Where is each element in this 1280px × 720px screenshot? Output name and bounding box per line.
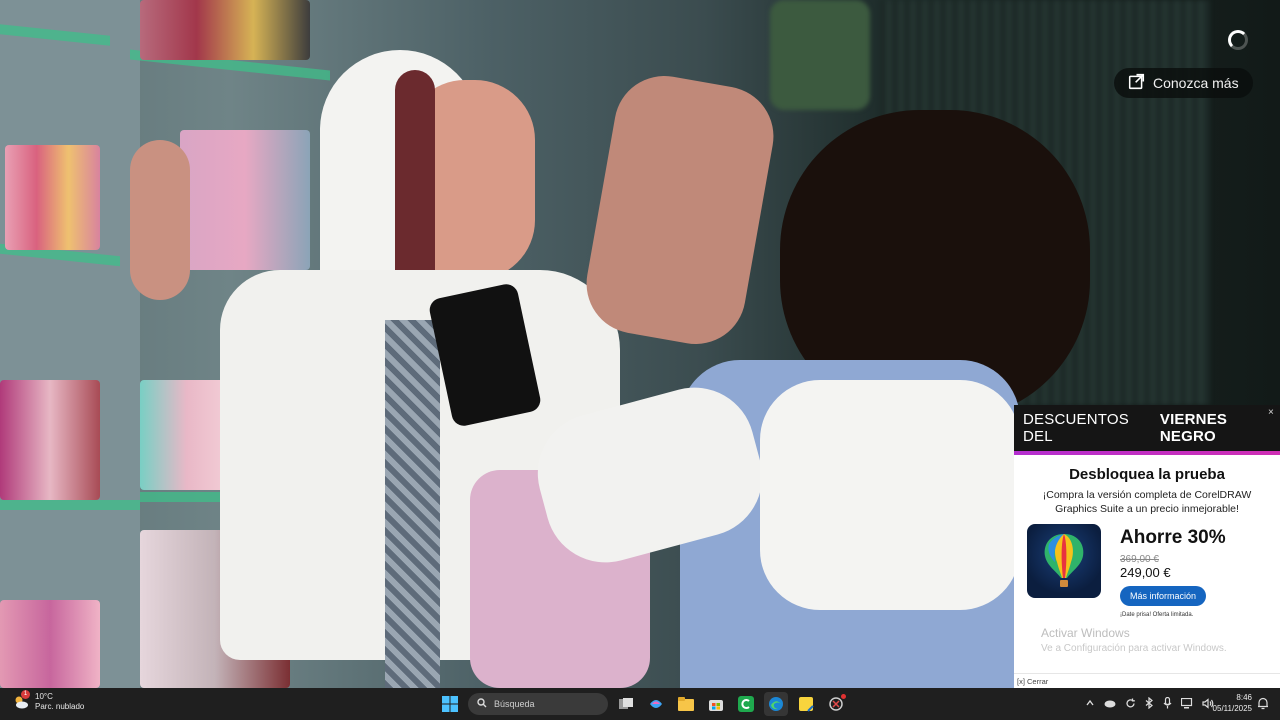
taskbar: 1 10°C Parc. nublado Búsqueda 8:46 05/11… xyxy=(0,688,1280,720)
ad-new-price: 249,00 € xyxy=(1120,565,1171,580)
perfume-bottles xyxy=(0,380,100,500)
weather-description: Parc. nublado xyxy=(35,702,85,711)
ad-close-link[interactable]: [x] Cerrar xyxy=(1014,673,1280,688)
bluetooth-icon[interactable] xyxy=(1145,696,1154,711)
sticky-notes-icon[interactable] xyxy=(794,692,818,716)
search-icon xyxy=(477,698,487,710)
perfume-bottles xyxy=(140,0,310,60)
weather-widget[interactable]: 1 10°C Parc. nublado xyxy=(13,690,85,712)
microphone-icon[interactable] xyxy=(1163,696,1172,711)
notifications-bell-icon[interactable] xyxy=(1257,697,1269,715)
weather-temperature: 10°C xyxy=(35,692,53,701)
ad-header-bold: VIERNES NEGRO xyxy=(1159,411,1228,445)
network-icon[interactable] xyxy=(1180,697,1193,711)
copilot-icon[interactable] xyxy=(644,692,668,716)
person-scarf xyxy=(385,320,440,688)
camtasia-icon[interactable] xyxy=(734,692,758,716)
notification-dot-icon xyxy=(841,694,846,699)
perfume-bottles xyxy=(0,600,100,688)
ad-save-text: Ahorre 30% xyxy=(1120,527,1226,548)
clock-date: 05/11/2025 xyxy=(1212,704,1252,713)
learn-more-label: Conozca más xyxy=(1153,75,1239,91)
ad-header-normal: DESCUENTOS DEL xyxy=(1023,411,1129,445)
activate-windows-subtitle: Ve a Configuración para activar Windows. xyxy=(1041,643,1227,654)
learn-more-button[interactable]: Conozca más xyxy=(1114,68,1253,98)
weather-badge: 1 xyxy=(21,690,30,699)
onedrive-cloud-icon[interactable] xyxy=(1104,698,1116,710)
clock-time: 8:46 xyxy=(1236,693,1252,702)
ad-old-price: 369,00 € xyxy=(1120,554,1159,565)
taskbar-clock[interactable]: 8:46 05/11/2025 xyxy=(1204,692,1252,714)
system-tray xyxy=(1085,688,1214,720)
coreldraw-balloon-icon[interactable] xyxy=(1027,524,1101,598)
microsoft-store-icon[interactable] xyxy=(704,692,728,716)
plant xyxy=(770,0,870,110)
ad-fine-print: ¡Date prisa! Oferta limitada. xyxy=(1120,612,1194,618)
ad-title: Desbloquea la prueba xyxy=(1069,466,1225,483)
ad-header: DESCUENTOS DEL VIERNES NEGRO × xyxy=(1014,405,1280,451)
perfume-bottles xyxy=(180,130,310,270)
ad-accent-stripe xyxy=(1014,451,1280,455)
more-info-button[interactable]: Más información xyxy=(1120,586,1207,606)
taskbar-search-box[interactable]: Búsqueda xyxy=(468,693,608,715)
person-arm xyxy=(130,140,190,300)
edge-browser-icon[interactable] xyxy=(764,692,788,716)
ad-close-icon[interactable]: × xyxy=(1268,407,1274,418)
weather-cloud-icon: 1 xyxy=(13,690,30,710)
windows-start-icon[interactable] xyxy=(438,692,462,716)
snipping-tool-icon[interactable] xyxy=(824,692,848,716)
sync-icon[interactable] xyxy=(1125,698,1136,711)
person-arm xyxy=(578,68,782,352)
taskbar-apps: Búsqueda xyxy=(438,688,848,720)
search-placeholder: Búsqueda xyxy=(494,699,535,709)
store-shelf-left xyxy=(0,0,140,688)
chevron-up-icon[interactable] xyxy=(1085,698,1095,710)
person-sleeve xyxy=(760,380,1020,610)
coreldraw-ad: DESCUENTOS DEL VIERNES NEGRO × Desbloque… xyxy=(1014,405,1280,688)
loading-spinner-icon xyxy=(1228,30,1248,50)
task-view-icon[interactable] xyxy=(614,692,638,716)
ad-description: ¡Compra la versión completa de CorelDRAW… xyxy=(1042,489,1252,515)
shelf-line xyxy=(0,500,140,510)
perfume-bottles xyxy=(5,145,100,250)
file-explorer-icon[interactable] xyxy=(674,692,698,716)
external-link-icon xyxy=(1128,73,1145,93)
activate-windows-title: Activar Windows xyxy=(1041,626,1130,640)
